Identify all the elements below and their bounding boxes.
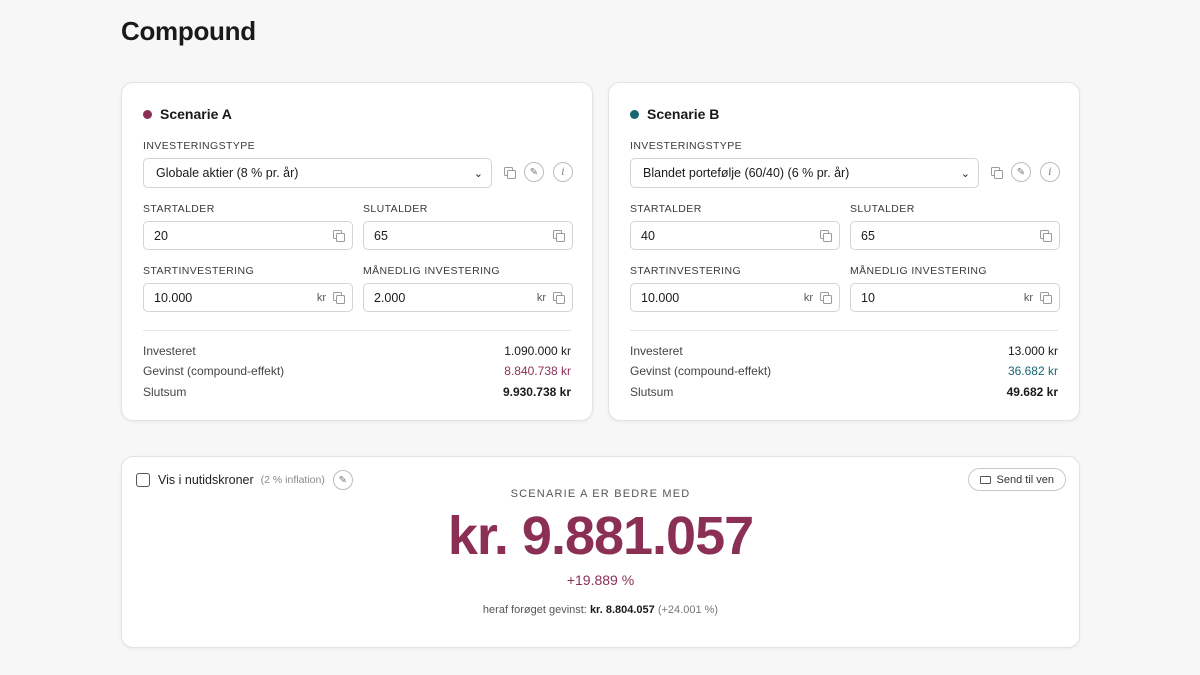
scenario-b-investment-type-select[interactable]: Blandet portefølje (60/40) (6 % pr. år) … [630, 158, 979, 188]
divider [143, 330, 571, 331]
info-icon[interactable]: i [1040, 162, 1060, 182]
info-icon[interactable]: i [553, 162, 573, 182]
present-value-toggle: Vis i nutidskroner (2 % inflation) ✎ [136, 470, 353, 490]
scenario-a-investment-type-value: Globale aktier (8 % pr. år) [156, 166, 299, 180]
scenario-b-monthly-investment-input[interactable]: 10 kr [850, 283, 1060, 312]
currency-unit: kr [1023, 291, 1033, 304]
final-sum-label: Slutsum [143, 385, 187, 399]
pencil-icon[interactable]: ✎ [524, 162, 544, 182]
page-title: Compound [121, 16, 256, 46]
invested-row: Investeret 13.000 kr [630, 344, 1058, 358]
scenario-b-title: Scenarie B [647, 106, 720, 122]
result-amount: kr. 9.881.057 [447, 506, 754, 566]
scenario-a-header: Scenarie A [143, 106, 232, 122]
gain-value: 36.682 kr [1007, 364, 1058, 378]
present-value-label[interactable]: Vis i nutidskroner [158, 473, 254, 487]
send-to-friend-label: Send til ven [996, 473, 1054, 486]
field-value: 40 [641, 228, 655, 243]
present-value-checkbox[interactable] [136, 473, 150, 487]
scenario-b-card: Scenarie B INVESTERINGSTYPE Blandet port… [608, 82, 1080, 421]
field-value: 10.000 [154, 290, 193, 305]
currency-unit: kr [536, 291, 546, 304]
start-age-label: STARTALDER [143, 203, 215, 215]
gain-label: Gevinst (compound-effekt) [143, 364, 285, 378]
end-age-label: SLUTALDER [363, 203, 428, 215]
invested-label: Investeret [630, 344, 683, 358]
result-caption: SCENARIE A ER BEDRE MED [510, 488, 691, 500]
copy-icon[interactable] [820, 230, 832, 242]
divider [630, 330, 1058, 331]
monthly-investment-label: MÅNEDLIG INVESTERING [850, 265, 987, 277]
copy-icon[interactable] [553, 230, 565, 242]
result-card: Vis i nutidskroner (2 % inflation) ✎ Sen… [121, 456, 1080, 648]
copy-icon[interactable] [333, 230, 345, 242]
start-age-label: STARTALDER [630, 203, 702, 215]
scenario-a-dot [143, 109, 152, 119]
result-sub-percent: (+24.001 %) [657, 604, 719, 616]
scenario-a-monthly-investment-input[interactable]: 2.000 kr [363, 283, 573, 312]
currency-unit: kr [316, 291, 326, 304]
investment-type-label: INVESTERINGSTYPE [630, 140, 743, 152]
copy-icon[interactable] [1040, 292, 1052, 304]
copy-icon[interactable] [553, 292, 565, 304]
scenario-a-end-age-input[interactable]: 65 [363, 221, 573, 250]
start-investment-label: STARTINVESTERING [143, 265, 255, 277]
copy-icon[interactable] [1040, 230, 1052, 242]
final-sum-label: Slutsum [630, 385, 674, 399]
pencil-icon[interactable]: ✎ [1011, 162, 1031, 182]
copy-icon[interactable] [333, 292, 345, 304]
chevron-down-icon: ⌄ [473, 167, 483, 180]
field-value: 65 [374, 228, 388, 243]
field-value: 10.000 [641, 290, 680, 305]
inflation-note: (2 % inflation) [260, 474, 325, 486]
monthly-investment-label: MÅNEDLIG INVESTERING [363, 265, 500, 277]
scenario-a-investment-type-select[interactable]: Globale aktier (8 % pr. år) ⌄ [143, 158, 492, 188]
invested-value: 13.000 kr [1007, 344, 1058, 358]
result-sub-prefix: heraf forøget gevinst: [482, 604, 587, 616]
gain-label: Gevinst (compound-effekt) [630, 364, 772, 378]
scenario-a-start-age-input[interactable]: 20 [143, 221, 353, 250]
copy-icon[interactable] [986, 162, 1006, 182]
scenario-a-title: Scenarie A [160, 106, 232, 122]
scenario-a-card: Scenarie A INVESTERINGSTYPE Globale akti… [121, 82, 593, 421]
result-percent: +19.889 % [566, 572, 635, 588]
scenario-b-end-age-input[interactable]: 65 [850, 221, 1060, 250]
field-value: 20 [154, 228, 168, 243]
start-investment-label: STARTINVESTERING [630, 265, 742, 277]
invested-row: Investeret 1.090.000 kr [143, 344, 571, 358]
gain-row: Gevinst (compound-effekt) 36.682 kr [630, 364, 1058, 378]
gain-row: Gevinst (compound-effekt) 8.840.738 kr [143, 364, 571, 378]
gain-value: 8.840.738 kr [504, 364, 571, 378]
mail-icon [979, 475, 991, 484]
currency-unit: kr [803, 291, 813, 304]
field-value: 65 [861, 228, 875, 243]
result-sub-amount: kr. 8.804.057 [589, 604, 655, 616]
field-value: 10 [861, 290, 875, 305]
copy-icon[interactable] [820, 292, 832, 304]
scenario-b-start-investment-input[interactable]: 10.000 kr [630, 283, 840, 312]
scenario-b-header: Scenarie B [630, 106, 719, 122]
result-subline: heraf forøget gevinst: kr. 8.804.057 (+2… [122, 604, 1079, 616]
final-sum-value: 9.930.738 kr [502, 385, 571, 399]
investment-type-label: INVESTERINGSTYPE [143, 140, 256, 152]
final-sum-row: Slutsum 49.682 kr [630, 385, 1058, 399]
final-sum-row: Slutsum 9.930.738 kr [143, 385, 571, 399]
scenario-b-start-age-input[interactable]: 40 [630, 221, 840, 250]
final-sum-value: 49.682 kr [1006, 385, 1058, 399]
invested-label: Investeret [143, 344, 196, 358]
invested-value: 1.090.000 kr [504, 344, 571, 358]
chevron-down-icon: ⌄ [960, 167, 970, 180]
pencil-icon[interactable]: ✎ [332, 470, 353, 490]
end-age-label: SLUTALDER [850, 203, 915, 215]
field-value: 2.000 [374, 290, 406, 305]
scenario-a-start-investment-input[interactable]: 10.000 kr [143, 283, 353, 312]
scenario-b-investment-type-value: Blandet portefølje (60/40) (6 % pr. år) [643, 166, 850, 180]
scenario-b-dot [630, 109, 639, 119]
copy-icon[interactable] [499, 162, 519, 182]
